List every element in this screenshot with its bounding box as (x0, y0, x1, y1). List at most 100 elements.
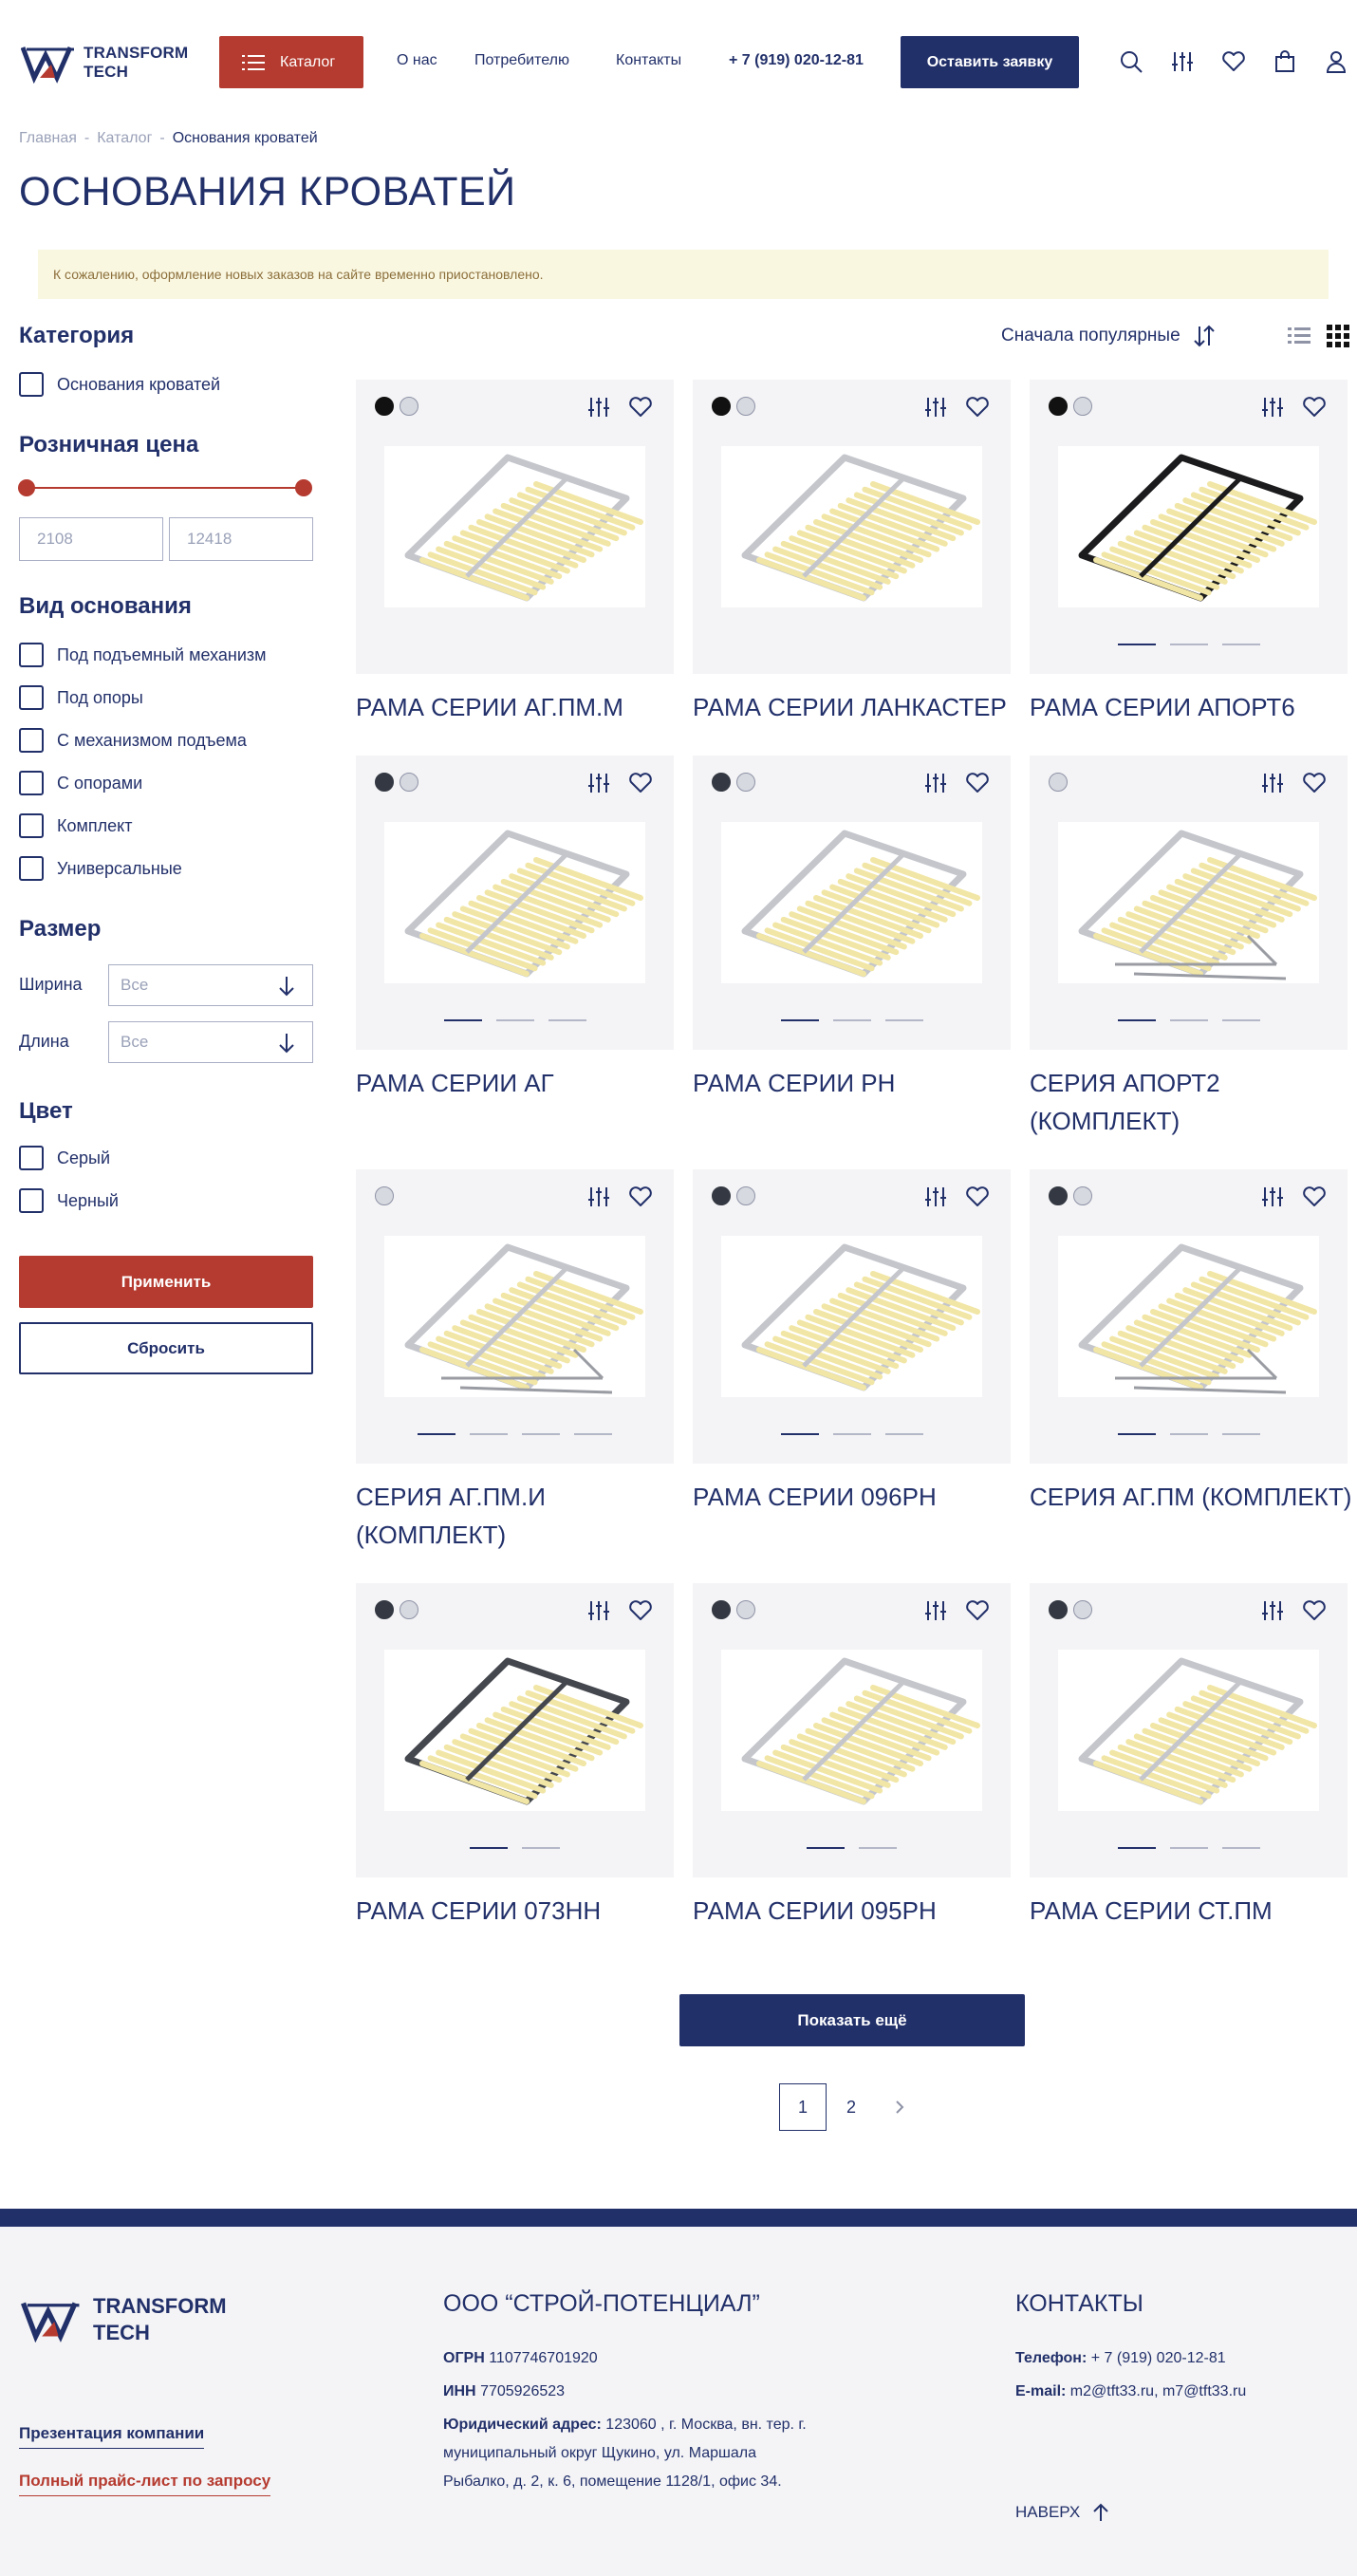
price-range-track[interactable] (27, 487, 304, 489)
color-swatch-grey[interactable] (400, 1600, 418, 1619)
width-select[interactable]: Все (108, 964, 313, 1006)
cart-icon[interactable] (1273, 49, 1297, 74)
back-to-top-button[interactable]: НАВЕРХ (1015, 2502, 1110, 2523)
color-swatch-grey[interactable] (375, 1186, 394, 1205)
checkbox-color-grey[interactable]: Серый (19, 1146, 110, 1170)
color-swatch-dark[interactable] (712, 773, 731, 792)
checkbox-type-universal[interactable]: Универсальные (19, 856, 182, 881)
color-swatch-dark[interactable] (1049, 1186, 1068, 1205)
gallery-dot[interactable] (1221, 1433, 1260, 1435)
compare-icon[interactable] (1170, 49, 1195, 74)
checkbox-category-beds[interactable]: Основания кроватей (19, 372, 220, 397)
gallery-dot[interactable] (470, 1847, 508, 1849)
product-image-box[interactable] (356, 1169, 674, 1464)
favorite-heart-icon[interactable] (965, 1185, 990, 1209)
favorite-heart-icon[interactable] (965, 395, 990, 420)
color-swatch-grey[interactable] (736, 397, 755, 416)
show-more-button[interactable]: Показать ещё (679, 1994, 1025, 2046)
color-swatch-grey[interactable] (1049, 773, 1068, 792)
gallery-dot[interactable] (1169, 1847, 1208, 1849)
gallery-dot[interactable] (832, 1433, 871, 1435)
color-swatch-grey[interactable] (1073, 1600, 1092, 1619)
compare-icon[interactable] (1260, 395, 1285, 420)
product-image-box[interactable] (356, 756, 674, 1050)
price-range-min-handle[interactable] (18, 479, 35, 496)
gallery-dot[interactable] (1169, 644, 1208, 645)
gallery-dot[interactable] (418, 1433, 455, 1435)
color-swatch-dark[interactable] (375, 773, 394, 792)
nav-link-consumer[interactable]: Потребителю (474, 52, 569, 69)
product-name[interactable]: СЕРИЯ АГ.ПМ.И (КОМПЛЕКТ) (356, 1478, 683, 1554)
color-swatch-grey[interactable] (736, 1600, 755, 1619)
product-name[interactable]: СЕРИЯ АГ.ПМ (КОМПЛЕКТ) (1030, 1478, 1357, 1516)
gallery-dot[interactable] (1117, 1433, 1156, 1435)
product-image-box[interactable] (693, 1169, 1011, 1464)
color-swatch-grey[interactable] (400, 397, 418, 416)
gallery-dot[interactable] (884, 1433, 923, 1435)
checkbox-type-with-legs[interactable]: С опорами (19, 771, 142, 795)
favorite-heart-icon[interactable] (1302, 395, 1327, 420)
gallery-dot[interactable] (1169, 1433, 1208, 1435)
gallery-dot[interactable] (859, 1847, 897, 1849)
product-image-box[interactable] (1030, 380, 1348, 674)
product-image-box[interactable] (693, 380, 1011, 674)
gallery-dot[interactable] (1117, 644, 1156, 645)
compare-icon[interactable] (1260, 1185, 1285, 1209)
breadcrumb-catalog[interactable]: Каталог (97, 130, 152, 147)
favorite-heart-icon[interactable] (965, 771, 990, 795)
color-swatch-dark[interactable] (712, 1600, 731, 1619)
color-swatch-grey[interactable] (1073, 1186, 1092, 1205)
compare-icon[interactable] (586, 395, 611, 420)
checkbox-type-set[interactable]: Комплект (19, 813, 132, 838)
color-swatch-black[interactable] (712, 397, 731, 416)
color-swatch-black[interactable] (375, 397, 394, 416)
product-name[interactable]: РАМА СЕРИИ 073НН (356, 1892, 683, 1930)
product-name[interactable]: РАМА СЕРИИ 095РН (693, 1892, 1020, 1930)
gallery-dot[interactable] (780, 1019, 819, 1021)
product-image-box[interactable] (693, 756, 1011, 1050)
sort-dropdown[interactable]: Сначала популярные (1001, 324, 1217, 348)
product-image-box[interactable] (356, 1583, 674, 1877)
product-name[interactable]: РАМА СЕРИИ АГ.ПМ.М (356, 688, 683, 726)
checkbox-color-black[interactable]: Черный (19, 1188, 119, 1213)
search-icon[interactable] (1119, 49, 1143, 74)
color-swatch-grey[interactable] (736, 773, 755, 792)
gallery-dot[interactable] (1221, 1019, 1260, 1021)
gallery-dot[interactable] (1169, 1019, 1208, 1021)
product-name[interactable]: РАМА СЕРИИ РН (693, 1064, 1020, 1102)
checkbox-type-lift-ready[interactable]: Под подъемный механизм (19, 643, 267, 667)
favorite-heart-icon[interactable] (628, 771, 653, 795)
leave-request-button[interactable]: Оставить заявку (901, 36, 1079, 88)
gallery-dot[interactable] (522, 1433, 560, 1435)
product-image-box[interactable] (1030, 1169, 1348, 1464)
compare-icon[interactable] (923, 1598, 948, 1623)
header-phone[interactable]: + 7 (919) 020-12-81 (729, 52, 864, 69)
gallery-dot[interactable] (1221, 1847, 1260, 1849)
checkbox[interactable] (19, 372, 44, 397)
reset-filters-button[interactable]: Сбросить (19, 1322, 313, 1374)
product-name[interactable]: РАМА СЕРИИ АГ (356, 1064, 683, 1102)
color-swatch-dark[interactable] (712, 1186, 731, 1205)
product-image-box[interactable] (1030, 1583, 1348, 1877)
color-swatch-grey[interactable] (400, 773, 418, 792)
compare-icon[interactable] (923, 395, 948, 420)
gallery-dot[interactable] (832, 1019, 871, 1021)
footer-logo[interactable]: TRANSFORM TECH (21, 2293, 227, 2346)
gallery-dot[interactable] (443, 1019, 482, 1021)
favorite-heart-icon[interactable] (628, 395, 653, 420)
price-range-max-handle[interactable] (295, 479, 312, 496)
apply-filters-button[interactable]: Применить (19, 1256, 313, 1308)
gallery-dot[interactable] (1117, 1847, 1156, 1849)
gallery-dot[interactable] (1117, 1019, 1156, 1021)
favorite-heart-icon[interactable] (1302, 1598, 1327, 1623)
compare-icon[interactable] (586, 1598, 611, 1623)
color-swatch-grey[interactable] (736, 1186, 755, 1205)
checkbox-type-legs-ready[interactable]: Под опоры (19, 685, 143, 710)
grid-view-icon[interactable] (1326, 324, 1350, 348)
gallery-dot[interactable] (522, 1847, 560, 1849)
product-name[interactable]: РАМА СЕРИИ 096РН (693, 1478, 1020, 1516)
logo[interactable]: TRANSFORM TECH (21, 38, 192, 87)
compare-icon[interactable] (923, 1185, 948, 1209)
presentation-link[interactable]: Презентация компании (19, 2424, 205, 2449)
gallery-dot[interactable] (780, 1433, 819, 1435)
